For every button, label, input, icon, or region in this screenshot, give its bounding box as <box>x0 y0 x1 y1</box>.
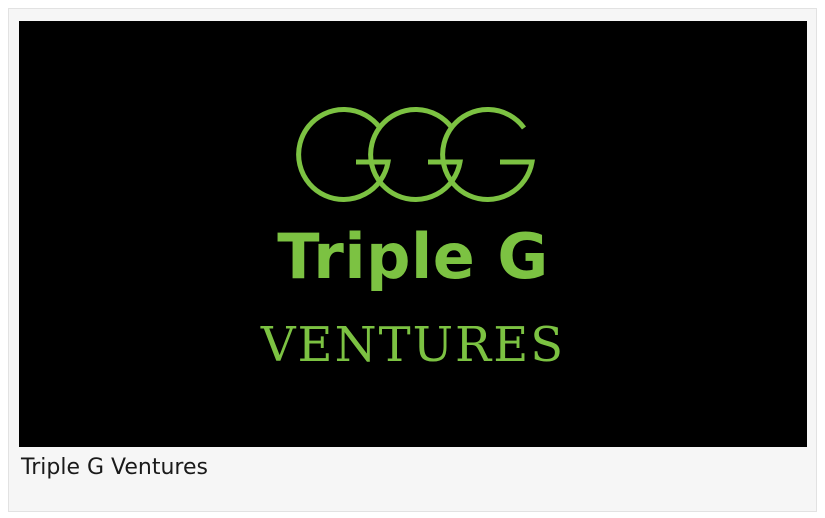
three-interlocking-g-rings-icon <box>296 107 535 202</box>
logo-image[interactable]: Triple G VENTURES <box>19 21 807 447</box>
image-caption: Triple G Ventures <box>21 455 208 480</box>
logo-wordmark-triple-g: Triple G <box>277 220 549 293</box>
logo-wordmark-ventures: VENTURES <box>260 317 566 373</box>
image-card: Triple G VENTURES Triple G Ventures <box>8 8 817 512</box>
